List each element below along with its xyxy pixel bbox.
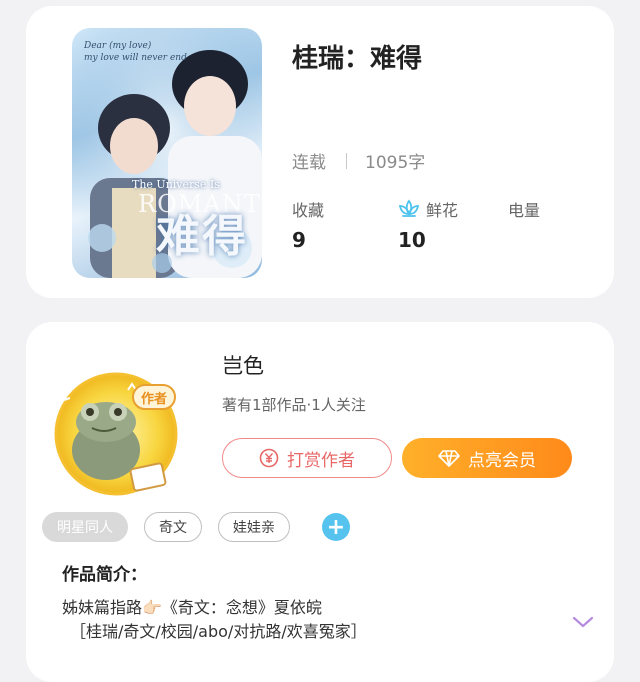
word-count: 1095字 — [365, 153, 426, 173]
book-cover[interactable]: Dear (my love) my love will never end Th… — [72, 28, 262, 278]
add-tag-button[interactable]: + — [322, 513, 350, 541]
tag-list: 明星同人 奇文 娃娃亲 + — [42, 512, 350, 542]
tip-author-button[interactable]: 打赏作者 — [222, 438, 392, 478]
flower-label: 鲜花 — [426, 201, 459, 220]
book-meta-row: 连载 1095字 — [292, 148, 425, 173]
yen-coin-icon — [259, 448, 279, 468]
author-meta: 著有1部作品·1人关注 — [222, 396, 366, 414]
cover-script-line-2: my love will never end — [84, 53, 187, 63]
author-badge: 作者 — [132, 384, 176, 410]
intro-heading: 作品简介： — [62, 565, 147, 585]
frog-avatar-icon — [54, 372, 178, 496]
diamond-icon — [438, 449, 460, 467]
tip-author-label: 打赏作者 — [287, 450, 355, 471]
chevron-down-icon[interactable] — [572, 614, 594, 633]
vip-label: 点亮会员 — [468, 450, 536, 471]
intro-line-1: 姊妹篇指路👉🏻《奇文：念想》夏依皖 — [62, 598, 322, 617]
intro-line-2: ［桂瑞/奇文/校园/abo/对抗路/欢喜冤家］ — [70, 622, 367, 641]
stat-power[interactable]: 电量 — [508, 198, 540, 220]
stat-collect[interactable]: 收藏 9 — [292, 198, 324, 252]
lotus-icon — [398, 199, 420, 219]
cover-script-line-1: Dear (my love) — [84, 41, 152, 51]
author-name[interactable]: 岂色 — [222, 350, 264, 380]
flower-label-row: 鲜花 — [398, 198, 458, 220]
power-label: 电量 — [508, 201, 541, 220]
serial-status: 连载 — [292, 153, 326, 173]
stat-flower[interactable]: 鲜花 10 — [398, 198, 458, 252]
vip-button[interactable]: 点亮会员 — [402, 438, 572, 478]
cover-title-text: 难得 — [156, 211, 248, 262]
book-info-card: Dear (my love) my love will never end Th… — [26, 6, 614, 298]
collect-value: 9 — [292, 228, 306, 252]
flower-value: 10 — [398, 228, 426, 252]
meta-divider — [346, 152, 347, 169]
collect-label: 收藏 — [292, 201, 325, 220]
author-avatar[interactable]: 作者 — [44, 360, 192, 508]
cover-script-text: Dear (my love) my love will never end — [84, 40, 187, 64]
book-title: 桂瑞：难得 — [292, 44, 423, 74]
tag-item[interactable]: 明星同人 — [42, 512, 128, 542]
tag-item[interactable]: 娃娃亲 — [218, 512, 290, 542]
tag-item[interactable]: 奇文 — [144, 512, 202, 542]
author-card: 作者 岂色 著有1部作品·1人关注 打赏作者 点亮会员 明星同人 奇文 娃娃亲 … — [26, 322, 614, 682]
